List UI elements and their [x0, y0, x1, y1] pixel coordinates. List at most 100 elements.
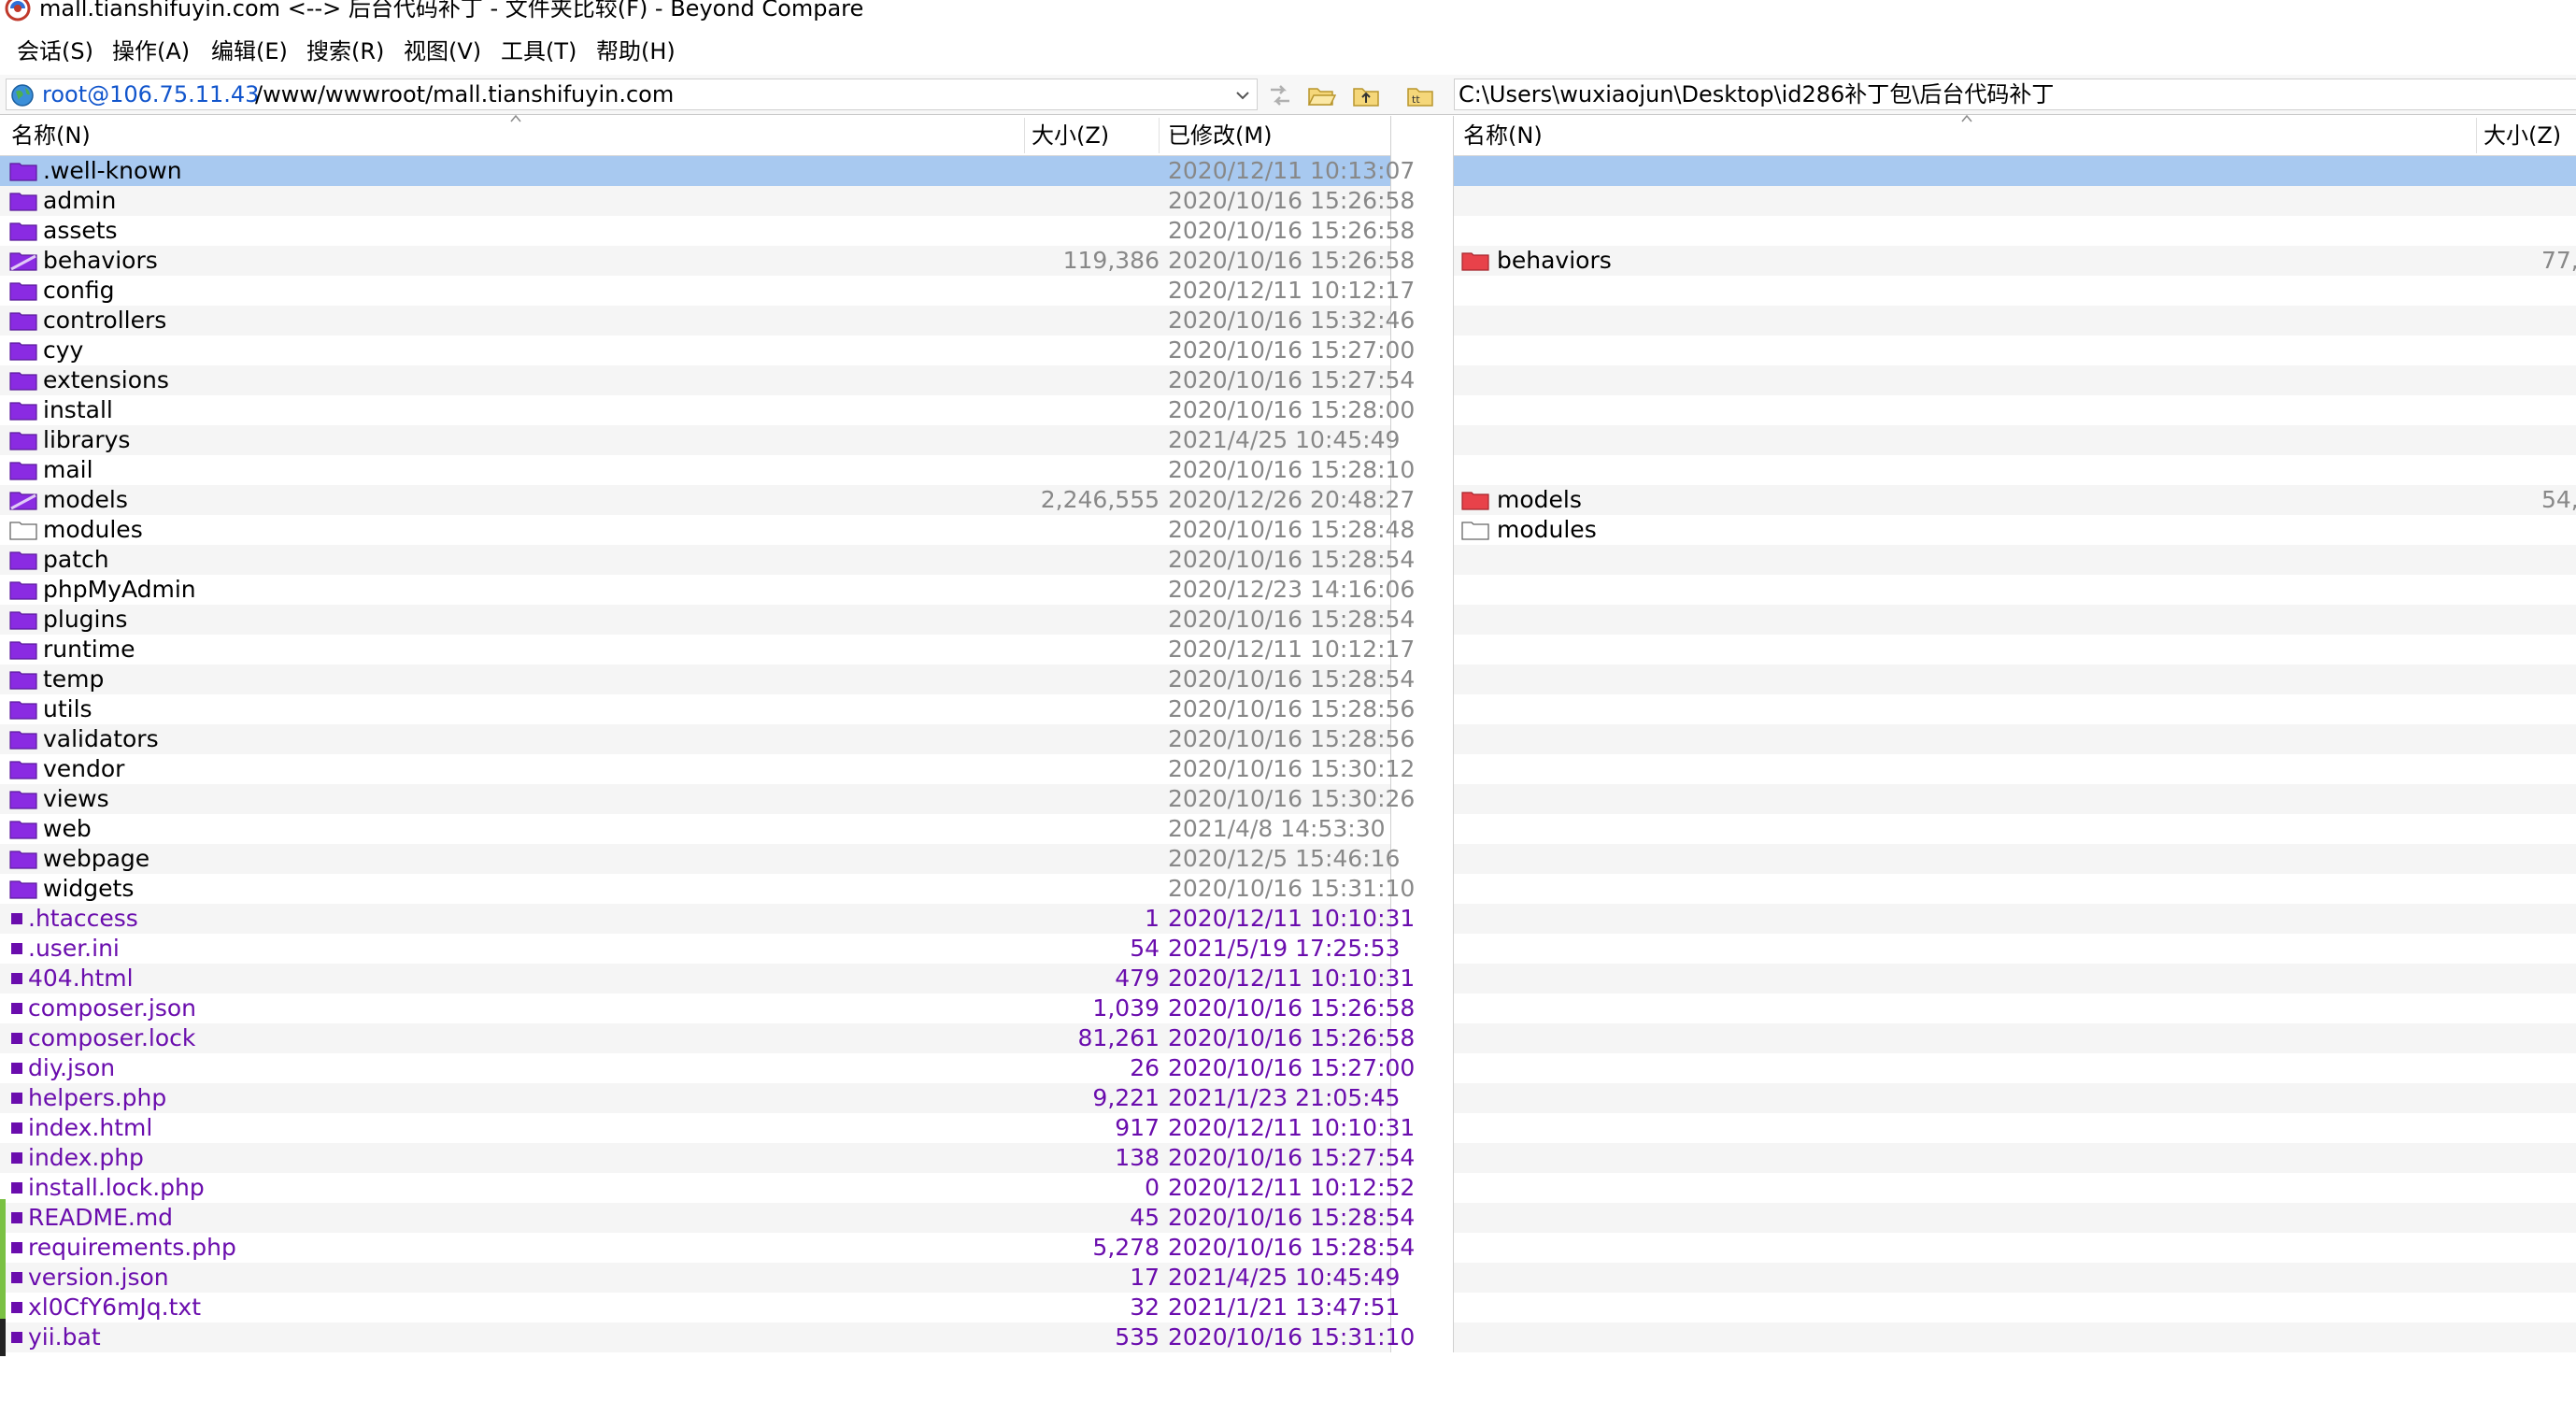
left-row[interactable]: web 2021/4/8 14:53:30 [0, 814, 1390, 844]
right-row[interactable]: modules [1454, 515, 2576, 545]
left-row[interactable]: assets 2020/10/16 15:26:58 [0, 216, 1415, 246]
menu-help[interactable]: 帮助(H) [594, 36, 677, 67]
left-row[interactable]: admin 2020/10/16 15:26:58 [0, 186, 1415, 216]
right-row[interactable] [1454, 635, 2576, 665]
menu-tools[interactable]: 工具(T) [499, 36, 578, 67]
menu-search[interactable]: 搜索(R) [305, 36, 386, 67]
right-row[interactable]: behaviors 77, [1454, 246, 2576, 276]
open-folder-icon[interactable] [1306, 80, 1336, 110]
right-header-size[interactable]: 大小(Z) [2483, 120, 2561, 151]
right-row[interactable] [1454, 1113, 2576, 1143]
right-row[interactable] [1454, 605, 2576, 635]
left-path-field[interactable]: root@106.75.11.43 /www/wwwroot/mall.tian… [6, 79, 1258, 110]
menu-edit[interactable]: 编辑(E) [209, 36, 290, 67]
right-row[interactable] [1454, 694, 2576, 724]
menu-session[interactable]: 会话(S) [15, 36, 95, 67]
left-row[interactable]: .well-known 2020/12/11 10:13:07 [0, 156, 1415, 186]
left-row[interactable]: composer.json 1,039 2020/10/16 15:26:58 [0, 994, 1415, 1023]
left-row[interactable]: helpers.php 9,221 2021/1/23 21:05:45 [0, 1083, 1400, 1113]
left-row[interactable]: models 2,246,555 2020/12/26 20:48:27 [0, 485, 1415, 515]
left-row[interactable]: index.php 138 2020/10/16 15:27:54 [0, 1143, 1415, 1173]
right-row[interactable] [1454, 1322, 2576, 1352]
left-row[interactable]: requirements.php 5,278 2020/10/16 15:28:54 [0, 1233, 1415, 1263]
left-header-size[interactable]: 大小(Z) [1032, 120, 1109, 151]
right-path-field[interactable]: C:\Users\wuxiaojun\Desktop\id286补丁包\后台代码… [1454, 79, 2576, 110]
right-row[interactable] [1454, 1203, 2576, 1233]
right-row[interactable] [1454, 994, 2576, 1023]
right-row[interactable] [1454, 964, 2576, 994]
right-row[interactable] [1454, 1293, 2576, 1322]
left-row[interactable]: views 2020/10/16 15:30:26 [0, 784, 1415, 814]
header-separator[interactable] [2476, 118, 2477, 153]
right-row[interactable] [1454, 455, 2576, 485]
right-row[interactable] [1454, 1263, 2576, 1293]
right-row[interactable] [1454, 1173, 2576, 1203]
right-row[interactable] [1454, 1233, 2576, 1263]
left-row[interactable]: diy.json 26 2020/10/16 15:27:00 [0, 1053, 1415, 1083]
left-row[interactable]: install.lock.php 0 2020/12/11 10:12:52 [0, 1173, 1415, 1203]
left-row[interactable]: xl0CfY6mJq.txt 32 2021/1/21 13:47:51 [0, 1293, 1400, 1322]
right-row[interactable] [1454, 1143, 2576, 1173]
left-header-name[interactable]: 名称(N) [11, 120, 91, 151]
header-separator[interactable] [1024, 118, 1025, 153]
left-row[interactable]: utils 2020/10/16 15:28:56 [0, 694, 1415, 724]
right-row[interactable] [1454, 754, 2576, 784]
right-row[interactable] [1454, 724, 2576, 754]
history-arrow-icon[interactable] [1265, 80, 1295, 110]
right-row[interactable] [1454, 784, 2576, 814]
left-row[interactable]: widgets 2020/10/16 15:31:10 [0, 874, 1415, 904]
left-row[interactable]: plugins 2020/10/16 15:28:54 [0, 605, 1415, 635]
header-separator[interactable] [1159, 118, 1160, 153]
right-row[interactable] [1454, 186, 2576, 216]
left-row[interactable]: config 2020/12/11 10:12:17 [0, 276, 1415, 306]
left-row[interactable]: composer.lock 81,261 2020/10/16 15:26:58 [0, 1023, 1415, 1053]
left-row[interactable]: controllers 2020/10/16 15:32:46 [0, 306, 1415, 336]
left-row[interactable]: librarys 2021/4/25 10:45:49 [0, 425, 1400, 455]
right-row[interactable] [1454, 216, 2576, 246]
right-header-name[interactable]: 名称(N) [1463, 120, 1543, 151]
left-row[interactable]: patch 2020/10/16 15:28:54 [0, 545, 1415, 575]
right-row[interactable] [1454, 425, 2576, 455]
right-row[interactable] [1454, 365, 2576, 395]
right-row[interactable] [1454, 1053, 2576, 1083]
right-row[interactable] [1454, 336, 2576, 365]
left-row[interactable]: .user.ini 54 2021/5/19 17:25:53 [0, 934, 1400, 964]
left-row[interactable]: modules 2020/10/16 15:28:48 [0, 515, 1415, 545]
left-row[interactable]: install 2020/10/16 15:28:00 [0, 395, 1415, 425]
right-row[interactable] [1454, 665, 2576, 694]
left-row[interactable]: behaviors 119,386 2020/10/16 15:26:58 [0, 246, 1415, 276]
right-row[interactable] [1454, 1083, 2576, 1113]
left-row[interactable]: temp 2020/10/16 15:28:54 [0, 665, 1415, 694]
parent-folder-icon[interactable] [1351, 80, 1381, 110]
left-row[interactable]: extensions 2020/10/16 15:27:54 [0, 365, 1415, 395]
left-row[interactable]: webpage 2020/12/5 15:46:16 [0, 844, 1400, 874]
right-row[interactable] [1454, 1023, 2576, 1053]
right-row[interactable] [1454, 306, 2576, 336]
right-row[interactable]: models 54, [1454, 485, 2576, 515]
right-row[interactable] [1454, 844, 2576, 874]
left-row[interactable]: runtime 2020/12/11 10:12:17 [0, 635, 1415, 665]
left-header-modified[interactable]: 已修改(M) [1168, 120, 1272, 151]
right-row[interactable] [1454, 874, 2576, 904]
right-row[interactable] [1454, 395, 2576, 425]
menu-view[interactable]: 视图(V) [402, 36, 483, 67]
right-row[interactable] [1454, 904, 2576, 934]
right-row[interactable] [1454, 934, 2576, 964]
left-row[interactable]: vendor 2020/10/16 15:30:12 [0, 754, 1415, 784]
right-row[interactable] [1454, 814, 2576, 844]
left-row[interactable]: mail 2020/10/16 15:28:10 [0, 455, 1415, 485]
left-row[interactable]: README.md 45 2020/10/16 15:28:54 [0, 1203, 1415, 1233]
right-row[interactable] [1454, 575, 2576, 605]
right-row[interactable] [1454, 545, 2576, 575]
left-row[interactable]: version.json 17 2021/4/25 10:45:49 [0, 1263, 1400, 1293]
menu-actions[interactable]: 操作(A) [110, 36, 192, 67]
left-row[interactable]: 404.html 479 2020/12/11 10:10:31 [0, 964, 1415, 994]
right-row[interactable] [1454, 156, 2576, 186]
left-row[interactable]: validators 2020/10/16 15:28:56 [0, 724, 1415, 754]
left-row[interactable]: phpMyAdmin 2020/12/23 14:16:06 [0, 575, 1415, 605]
swap-sides-icon[interactable]: tt [1405, 80, 1435, 110]
chevron-down-icon[interactable] [1234, 87, 1251, 104]
right-row[interactable] [1454, 276, 2576, 306]
left-row[interactable]: index.html 917 2020/12/11 10:10:31 [0, 1113, 1415, 1143]
left-row[interactable]: yii.bat 535 2020/10/16 15:31:10 [0, 1322, 1415, 1352]
